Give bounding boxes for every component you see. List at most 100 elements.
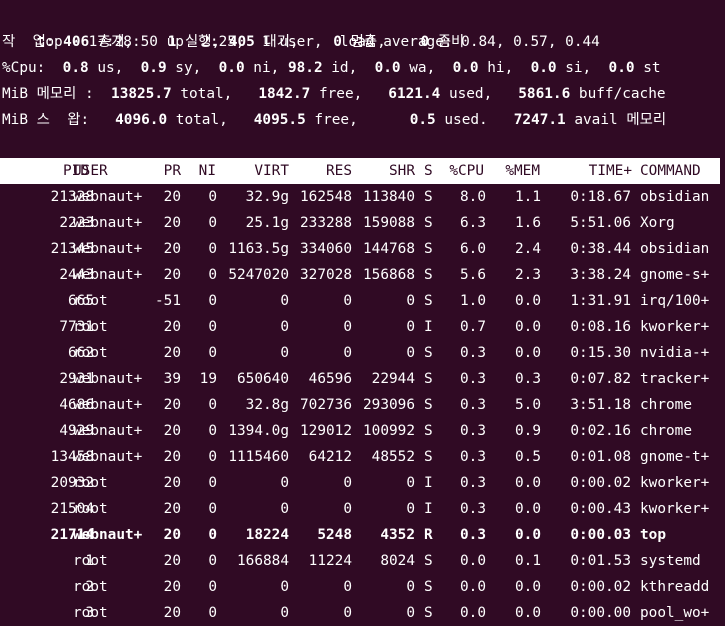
process-row[interactable]: 13458 webnaut+ 20 0 1115460 64212 48552 S 0.3 0.5… [0,444,725,470]
cell-user: root [73,501,108,517]
process-row[interactable]: 21345 webnaut+ 20 0 1163.5g 334060 144768 S 6.0 2… [0,236,725,262]
cpu-sy: 0.9 [140,60,167,76]
col-mem[interactable]: %MEM [505,158,540,184]
process-row[interactable]: 4929 webnaut+ 20 0 1394.0g 129012 100992 S 0.3 0.… [0,418,725,444]
col-ni[interactable]: NI [199,158,216,184]
cell-command: tracker+ [640,371,710,387]
tasks-sleeping-label: 대기, [263,34,299,50]
cell-res: 0 [343,605,352,621]
cell-pr: 20 [163,319,181,335]
process-row[interactable]: 2931 webnaut+ 39 19 650640 46596 22944 S 0.3 0.3 0… [0,366,725,392]
cell-pr: 20 [163,345,181,361]
process-row[interactable]: 21328 webnaut+ 20 0 32.9g 162548 113840 S 8.0 1.1… [0,184,725,210]
cell-ni: 0 [208,267,217,283]
process-row[interactable]: 2443 webnaut+ 20 0 5247020 327028 156868 S 5.6 2.… [0,262,725,288]
process-row[interactable]: 3 root 20 0 0 0 0 S 0.0 0.0 0:00.00 pool_wo+ [0,600,725,626]
terminal-window[interactable]: top - 17:28:50 up 2:25, 1 user, load ave… [0,0,725,625]
tasks-total-label: 총계, [97,34,133,50]
col-cpu[interactable]: %CPU [449,158,484,184]
cell-pr: 20 [163,267,181,283]
cell-ni: 0 [208,553,217,569]
cell-cpu: 0.3 [460,371,486,387]
cell-mem: 0.0 [515,319,541,335]
mem-buff-cache: 5861.6 [518,86,571,102]
process-row[interactable]: 665 root -51 0 0 0 0 S 1.0 0.0 1:31.91 irq/100+ [0,288,725,314]
cell-shr: 100992 [363,423,415,439]
col-pr[interactable]: PR [164,158,181,184]
swap-line: MiB 스 왑: 4096.0 total, 4095.5 free, 0.5 … [2,112,667,128]
cell-virt: 650640 [237,371,289,387]
cell-time: 0:08.16 [570,319,631,335]
cell-mem: 0.3 [515,371,541,387]
cell-time: 0:00.43 [570,501,631,517]
cell-user: root [73,605,108,621]
process-row[interactable]: 21504 root 20 0 0 0 0 I 0.3 0.0 0:00.43 kworker+ [0,496,725,522]
cell-virt: 0 [280,605,289,621]
cell-pr: 20 [163,605,181,621]
cell-mem: 0.1 [515,553,541,569]
cell-command: pool_wo+ [640,605,710,621]
cell-command: obsidian [640,189,710,205]
swap-avail-label: avail 메모리 [574,112,667,128]
process-row[interactable]: 21714 webnaut+ 20 0 18224 5248 4352 R 0.3 0.0 0:00… [0,522,725,548]
col-res[interactable]: RES [326,158,352,184]
cell-state: I [424,475,433,491]
cell-mem: 2.3 [515,267,541,283]
cell-state: S [424,423,433,439]
process-row[interactable]: 4686 webnaut+ 20 0 32.8g 702736 293096 S 0.3 5.0 3… [0,392,725,418]
cell-command: kthreadd [640,579,710,595]
process-table-header: PID USER PR NI VIRT RES SHR S %CPU %MEM … [0,158,720,184]
cpu-si: 0.0 [530,60,557,76]
cpu-hi: 0.0 [452,60,479,76]
cell-command: kworker+ [640,501,710,517]
cell-ni: 19 [199,371,217,387]
col-shr[interactable]: SHR [389,158,415,184]
cell-cpu: 0.0 [460,579,486,595]
cell-pr: 20 [163,423,181,439]
col-user[interactable]: USER [73,158,108,184]
cpu-st: 0.0 [608,60,635,76]
cell-user: webnaut+ [73,371,143,387]
cpu-ni: 0.0 [218,60,245,76]
col-command[interactable]: COMMAND [640,158,701,184]
cell-shr: 293096 [363,397,415,413]
cell-shr: 48552 [371,449,415,465]
tasks-zombie: 0 [420,34,430,50]
cell-ni: 0 [208,319,217,335]
cell-cpu: 6.3 [460,215,486,231]
cell-user: webnaut+ [73,189,143,205]
cell-ni: 0 [208,215,217,231]
process-row[interactable]: 20932 root 20 0 0 0 0 I 0.3 0.0 0:00.02 kworker+ [0,470,725,496]
cell-pr: 20 [163,449,181,465]
mem-line: MiB 메모리 : 13825.7 total, 1842.7 free, 61… [2,86,666,102]
cell-shr: 159088 [363,215,415,231]
cell-ni: 0 [208,293,217,309]
cell-pr: 39 [163,371,181,387]
cell-virt: 0 [280,345,289,361]
cell-state: R [424,527,433,543]
cell-virt: 1115460 [228,449,289,465]
process-row[interactable]: 1 root 20 0 166884 11224 8024 S 0.0 0.1 0:01.53 sys… [0,548,725,574]
cell-ni: 0 [208,423,217,439]
process-row[interactable]: 7731 root 20 0 0 0 0 I 0.7 0.0 0:08.16 kworker+ [0,314,725,340]
tasks-stopped-label: 멈춤, [350,34,386,50]
tasks-zombie-label: 좀비 [437,34,465,50]
cell-cpu: 5.6 [460,267,486,283]
uptime-line: top - 17:28:50 up 2:25, 1 user, load ave… [2,3,600,50]
col-time[interactable]: TIME+ [589,158,632,184]
cell-time: 0:01.53 [570,553,631,569]
cell-shr: 22944 [371,371,415,387]
mem-total: 13825.7 [111,86,172,102]
process-row[interactable]: 2 root 20 0 0 0 0 S 0.0 0.0 0:00.02 kthreadd [0,574,725,600]
cell-time: 0:00.02 [570,475,631,491]
cell-command: gnome-t+ [640,449,710,465]
cell-shr: 4352 [380,527,415,543]
col-virt[interactable]: VIRT [254,158,289,184]
cell-res: 702736 [300,397,352,413]
cell-user: root [73,579,108,595]
col-s[interactable]: S [424,158,433,184]
cell-pr: 20 [163,215,181,231]
process-row[interactable]: 662 root 20 0 0 0 0 S 0.3 0.0 0:15.30 nvidia-+ [0,340,725,366]
cell-virt: 1163.5g [228,241,289,257]
process-row[interactable]: 2223 webnaut+ 20 0 25.1g 233288 159088 S 6.3 1.6 5… [0,210,725,236]
